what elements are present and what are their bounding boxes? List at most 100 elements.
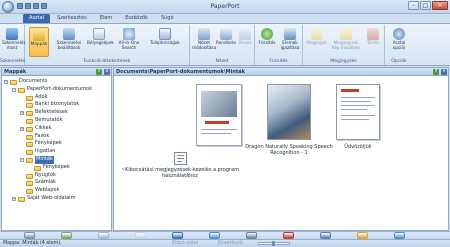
ftp-icon[interactable] (246, 232, 257, 239)
gear-icon (393, 28, 405, 40)
tree-item-label: PaperPort-dokumentumok (27, 85, 93, 92)
tree-item-label: Befektetések (35, 109, 68, 116)
tree-item[interactable]: − Minták (2, 155, 111, 164)
arrange-icon (220, 28, 232, 40)
group-features: Mappák Szkennelési beállítások Bélyegkép… (25, 25, 190, 65)
tree-item[interactable]: + Befektetések (2, 109, 111, 117)
maximize-button[interactable]: □ (420, 1, 431, 10)
tab-asztal[interactable]: Asztal (23, 14, 51, 23)
tab-sugo[interactable]: Súgó (155, 14, 180, 23)
ribbon-tabs: Asztal Szerkesztés Elem Eszközök Súgó (0, 14, 450, 23)
tree-item-label: Fényképek (43, 163, 70, 170)
folder-icon (26, 181, 33, 187)
tree-item[interactable]: Fényképek (2, 164, 111, 172)
scan-now-button[interactable]: Szkennelés most (2, 27, 26, 57)
tree-item[interactable]: Bemutatók (2, 117, 111, 125)
back-button[interactable]: Vissza (236, 27, 254, 57)
arrange-button[interactable]: Rendezés (216, 27, 236, 57)
tree-item-label: Bemutatók (35, 116, 63, 123)
folder-icon (33, 29, 45, 41)
window-controls: – □ × (408, 1, 448, 10)
tree-item[interactable]: Weblapok (2, 187, 111, 195)
pane-menu-icon[interactable]: ▾ (441, 69, 447, 75)
tree-item[interactable]: + Cikkek (2, 125, 111, 133)
pages-icon[interactable] (98, 232, 109, 239)
scanner-settings-icon (63, 28, 75, 40)
delete-button[interactable]: Törlés (363, 27, 383, 57)
folder-icon (26, 126, 33, 132)
folder-icon (10, 80, 17, 85)
note-icon (311, 28, 323, 40)
folder-path: Documents\PaperPort-dokumentumok\Minták … (114, 68, 448, 76)
tree-item[interactable]: − Documents (2, 78, 111, 86)
tree-item[interactable]: Adók (2, 94, 111, 102)
shield-icon[interactable] (357, 232, 368, 239)
tree-item[interactable]: + Saját Web-oldalaim (2, 195, 111, 203)
word-icon[interactable] (172, 232, 183, 239)
folders-button[interactable]: Mappák (29, 27, 49, 57)
folder-icon (18, 87, 25, 93)
email-icon[interactable] (320, 232, 331, 239)
minimize-button[interactable]: – (408, 1, 419, 10)
folder-icon (26, 134, 33, 140)
dragon-thumbnail-image (267, 84, 311, 140)
properties-button[interactable]: Tulajdonságok (147, 27, 183, 57)
folder-tree: − Documents − PaperPort-dokumentumok Adók Ban… (2, 76, 111, 203)
folder-icon (34, 165, 41, 171)
zoom-slider[interactable] (258, 241, 290, 246)
folders-pane-header: Mappák ? × (2, 68, 111, 76)
folders-pane: Mappák ? × − Documents − PaperPort-dokument… (1, 67, 112, 231)
tree-item-label: Weblapok (35, 187, 60, 194)
tree-item-label: Cikkek (35, 124, 52, 131)
collapse-icon[interactable]: − (4, 80, 8, 84)
expand-icon[interactable]: + (20, 111, 24, 116)
folder-icon (18, 196, 25, 202)
tree-item-label: Saját Web-oldalaim (27, 194, 76, 201)
close-button[interactable]: × (432, 1, 448, 10)
zoom-slider-knob[interactable] (272, 241, 275, 246)
refresh-button[interactable]: Frissítés (257, 27, 277, 57)
page-icon[interactable] (135, 232, 146, 239)
close-pane-icon[interactable]: × (104, 69, 110, 75)
globe-icon[interactable] (209, 232, 220, 239)
document-item[interactable]: ~Kibocsátási megjegyzések-kezelés a prog… (118, 152, 242, 179)
desktop-options-button[interactable]: Asztal opciói (389, 27, 409, 57)
tab-elem[interactable]: Elem (94, 14, 119, 23)
document-thumbnail-paperport[interactable] (196, 84, 242, 146)
align-items-button[interactable]: Elemek igazítása (279, 27, 301, 57)
collapse-icon[interactable]: − (20, 157, 24, 162)
circle-icon[interactable] (394, 232, 405, 239)
expand-icon[interactable]: + (20, 126, 24, 131)
view-mode-button[interactable]: Nézet módosítása (192, 27, 216, 57)
document-item-dragon[interactable]: Dragon Naturally Speaking Speech Recogni… (244, 82, 334, 164)
tree-item[interactable]: − PaperPort-dokumentumok (2, 86, 111, 94)
tab-eszkozok[interactable]: Eszközök (119, 14, 154, 23)
back-arrow-icon (239, 28, 251, 40)
expand-icon[interactable]: + (12, 196, 16, 201)
tree-item-label: Documents (19, 78, 48, 84)
note-from-desk-button[interactable]: Megjegyzés kép mezőben (331, 27, 361, 57)
notes-button[interactable]: Megjegyz. (306, 27, 328, 57)
tree-item[interactable]: Nyugtok (2, 172, 111, 180)
tree-item[interactable]: Számlák (2, 179, 111, 187)
group-view: Nézet módosítása Rendezés Vissza Nézet (190, 25, 255, 65)
thumbnails-button[interactable]: Bélyegképek (87, 27, 114, 57)
printer-icon[interactable] (24, 232, 35, 239)
help-icon[interactable]: ? (96, 69, 102, 75)
help-icon[interactable]: ? (433, 69, 439, 75)
document-item-welcome[interactable]: Üdvözöljük (330, 82, 386, 164)
all-in-one-search-button[interactable]: All-in-One Search (115, 27, 143, 57)
status-bar: Mappa: Minták (4 elem). Előző oldal Köve… (0, 239, 450, 247)
folder-icon (26, 103, 33, 109)
pdf-icon[interactable] (283, 232, 294, 239)
wand-icon[interactable] (61, 232, 72, 239)
collapse-icon[interactable]: − (12, 87, 16, 92)
scan-settings-button[interactable]: Szkennelési beállítások (55, 27, 83, 57)
folder-icon (26, 118, 33, 124)
refresh-icon (261, 28, 273, 40)
tree-item[interactable]: Fényképek (2, 140, 111, 148)
note-field-icon (340, 28, 352, 40)
folder-icon (26, 189, 33, 195)
tree-item[interactable]: Ingatlan (2, 148, 111, 156)
tab-szerkesztes[interactable]: Szerkesztés (51, 14, 93, 23)
